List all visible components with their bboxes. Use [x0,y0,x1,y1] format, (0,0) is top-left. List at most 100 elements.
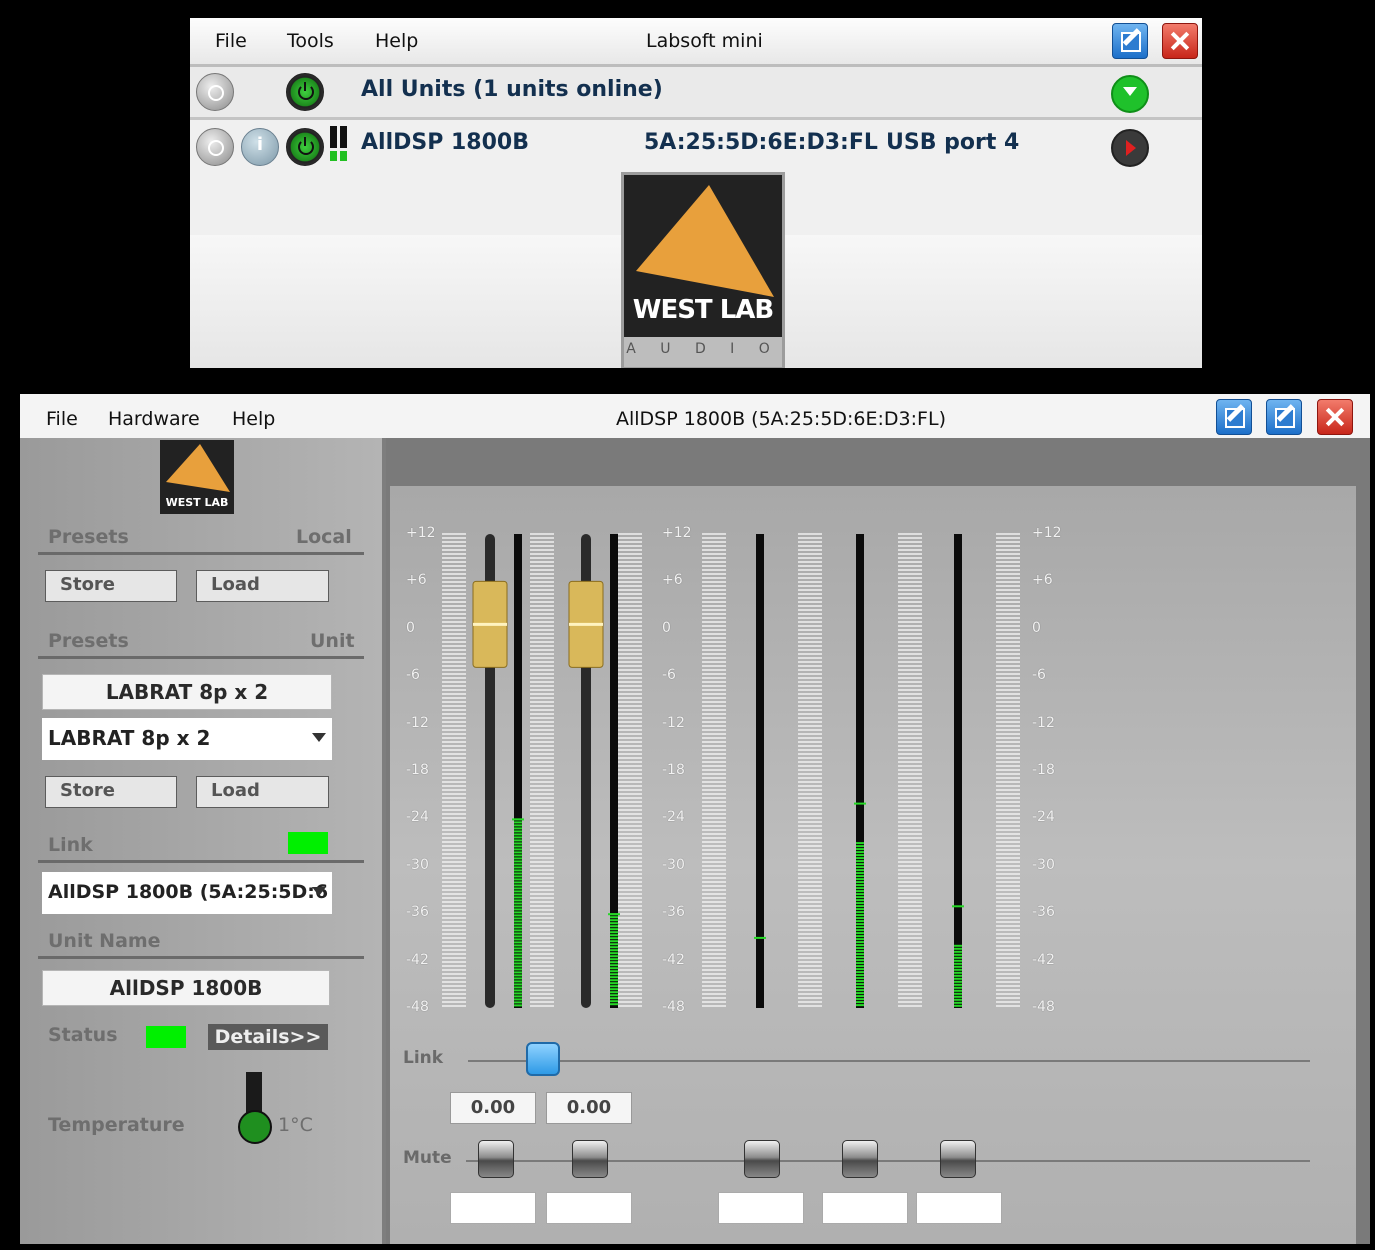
meter-segment [954,980,962,983]
channel-name-4[interactable] [822,1192,908,1224]
edit-icon[interactable] [1112,23,1148,59]
mute-button-4[interactable] [842,1140,878,1178]
info-icon[interactable] [241,128,279,166]
meter-segment [856,989,864,992]
peak-marker [754,936,766,939]
temperature-label: Temperature [48,1114,185,1136]
gain-value-2[interactable]: 0.00 [546,1092,632,1124]
scale-label: +12 [406,525,436,541]
meter-segment [610,952,618,955]
meter-segment [610,973,618,976]
channel-name-1[interactable] [450,1192,536,1224]
scale-label: -6 [406,667,420,684]
unit-store-button[interactable]: Store [45,776,177,808]
meter-segment [856,941,864,944]
meter-segment [610,922,618,925]
channel-name-5[interactable] [916,1192,1002,1224]
meter-segment [954,992,962,995]
peak-marker [512,818,524,821]
expand-down-icon[interactable] [1111,75,1149,113]
meter-segment [856,902,864,905]
meter-segment [514,842,522,845]
link-select[interactable]: AllDSP 1800B (5A:25:5D:6 [42,872,332,914]
meter-segment [856,881,864,884]
link-slider-handle[interactable] [526,1042,560,1076]
meter-segment [856,905,864,908]
meter-segment [514,932,522,935]
meter-segment [856,887,864,890]
meter-segment [514,839,522,842]
details-button[interactable]: Details>> [208,1024,328,1050]
power-icon[interactable] [286,73,324,111]
meter-segment [856,908,864,911]
meter-segment [856,845,864,848]
scale-label: -24 [1032,809,1055,826]
identify-icon[interactable] [196,73,234,111]
meter-segment [610,988,618,991]
meter-segment [856,1001,864,1004]
meter-segment [514,995,522,998]
menu-bar: File Tools Help Labsoft mini [190,18,1202,67]
link-indicator [288,832,328,854]
scale-label: -42 [1032,951,1055,968]
edit-icon[interactable] [1266,399,1302,435]
scale-label: -18 [662,762,685,778]
identify-icon[interactable] [196,128,234,166]
menu-file[interactable]: File [46,408,78,430]
link-select-value: AllDSP 1800B (5A:25:5D:6 [48,881,329,903]
preset-name-field[interactable]: LABRAT 8p x 2 [42,674,332,710]
unit-load-button[interactable]: Load [196,776,329,808]
meter-segment [856,899,864,902]
gain-value-1[interactable]: 0.00 [450,1092,536,1124]
open-arrow-icon[interactable] [1111,129,1149,167]
meter-segment [514,1001,522,1004]
preset-select[interactable]: LABRAT 8p x 2 [42,718,332,760]
meter-segment [514,986,522,989]
meter-segment [954,995,962,998]
all-units-row[interactable]: All Units (1 units online) [190,67,1202,120]
meter-segment [856,872,864,875]
meter-segment [610,928,618,931]
close-icon[interactable] [1317,399,1353,435]
meter-segment [610,916,618,919]
meter-segment [954,998,962,1001]
menu-file[interactable]: File [215,30,247,52]
labsoft-mini-window: File Tools Help Labsoft mini All Units (… [190,18,1202,368]
meter-segment [514,959,522,962]
mute-button-2[interactable] [572,1140,608,1178]
meter-segment [856,956,864,959]
link-slider-track[interactable] [468,1060,1310,1062]
meter-segment [954,968,962,971]
menu-tools[interactable]: Tools [287,30,334,52]
menu-help[interactable]: Help [375,30,418,52]
local-store-button[interactable]: Store [45,570,177,602]
mute-button-5[interactable] [940,1140,976,1178]
scale-label: -30 [662,856,685,873]
logo-brand: WEST LAB [165,496,229,509]
meter-segment [856,863,864,866]
mute-button-3[interactable] [744,1140,780,1178]
meter-segment [954,944,962,947]
undock-icon[interactable] [1216,399,1252,435]
status-indicator [146,1026,186,1048]
meter-segment [856,968,864,971]
meter-segment [856,962,864,965]
meter-segment [514,830,522,833]
power-icon[interactable] [286,128,324,166]
unit-name-field[interactable]: AllDSP 1800B [42,970,330,1006]
scale-label: +6 [662,572,683,589]
scale-label: +6 [1032,572,1053,589]
meter-segment [856,851,864,854]
westlab-logo-small: WEST LAB [160,440,234,514]
meter-segment [856,944,864,947]
meter-segment [610,961,618,964]
channel-name-2[interactable] [546,1192,632,1224]
local-load-button[interactable]: Load [196,570,329,602]
mute-button-1[interactable] [478,1140,514,1178]
meter-segment [514,896,522,899]
scale-label: -30 [406,856,429,873]
menu-help[interactable]: Help [232,408,275,430]
menu-hardware[interactable]: Hardware [108,408,200,430]
close-icon[interactable] [1162,23,1198,59]
channel-name-3[interactable] [718,1192,804,1224]
